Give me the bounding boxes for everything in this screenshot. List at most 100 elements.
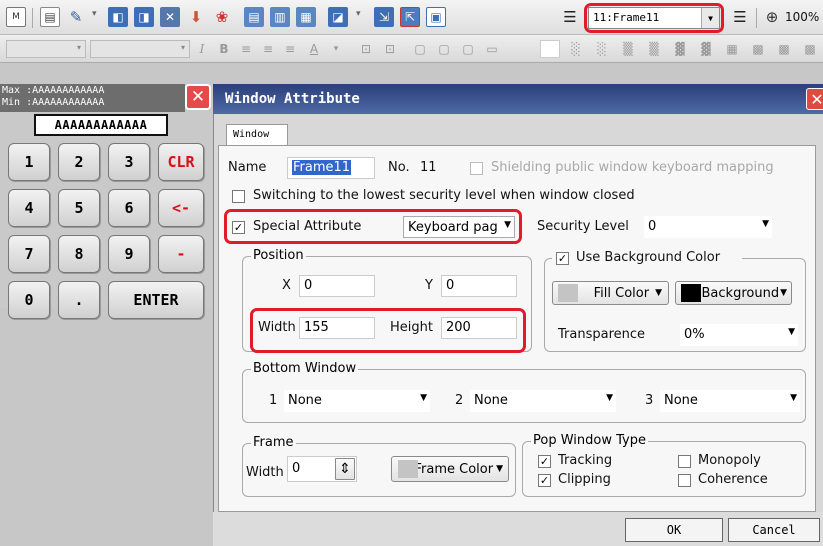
chart-icon[interactable]: ❀: [212, 7, 232, 27]
pattern-e-icon: ▓: [675, 42, 685, 56]
switching-label: Switching to the lowest security level w…: [253, 188, 635, 203]
keypad-limits: Max :AAAAAAAAAAAA Min :AAAAAAAAAAAA: [0, 84, 185, 112]
security-level-select[interactable]: 0 ▼: [644, 216, 772, 238]
shape-b-icon: ⊡: [384, 42, 396, 56]
size-highlight: [250, 308, 526, 353]
frame-group-label: Frame: [251, 435, 296, 450]
new-window-icon[interactable]: M: [6, 7, 26, 27]
zoom-icon[interactable]: ⊕: [762, 7, 782, 27]
chevron-down-icon: ▼: [780, 288, 787, 298]
transparence-value: 0%: [684, 327, 705, 342]
key-9[interactable]: 9: [108, 235, 150, 273]
pattern-c-icon: ▒: [623, 42, 633, 56]
chevron-down-icon: ▾: [76, 43, 81, 52]
pattern-h-icon: ▩: [752, 42, 764, 56]
keypad-close-icon[interactable]: ✕: [185, 84, 211, 110]
y-field[interactable]: 0: [441, 275, 517, 297]
frame-prev-icon[interactable]: ☰: [560, 7, 580, 27]
fill-color-label: Fill Color: [593, 285, 650, 301]
key-enter[interactable]: ENTER: [108, 281, 204, 319]
coherence-checkbox[interactable]: [678, 474, 691, 487]
bottom-window-1-label: 1: [269, 393, 278, 408]
key-clear[interactable]: CLR: [158, 143, 204, 181]
list-icon[interactable]: ▣: [426, 7, 446, 27]
key-6[interactable]: 6: [108, 189, 150, 227]
coherence-label: Coherence: [698, 472, 768, 487]
transparence-label: Transparence: [558, 327, 646, 342]
shape-a-icon: ⊡: [360, 42, 372, 56]
bottom-window-3-select[interactable]: None ▼: [660, 390, 800, 412]
fill-color-button[interactable]: Fill Color ▼: [552, 281, 669, 305]
tools-icon[interactable]: ✎: [66, 7, 86, 27]
chevron-down-icon: ▼: [790, 393, 797, 403]
key-4[interactable]: 4: [8, 189, 50, 227]
font-size-select: ▾: [90, 40, 190, 58]
chevron-down-icon: ▼: [655, 288, 662, 298]
shielding-checkbox: [470, 162, 483, 175]
graph-a-icon[interactable]: ▤: [244, 7, 264, 27]
frame-width-stepper[interactable]: ⇕: [335, 458, 355, 480]
key-minus[interactable]: -: [158, 235, 204, 273]
key-8[interactable]: 8: [58, 235, 100, 273]
dialog-close-icon[interactable]: ✕: [806, 88, 823, 110]
font-select: ▾: [6, 40, 86, 58]
key-7[interactable]: 7: [8, 235, 50, 273]
tab-window[interactable]: Window: [226, 124, 288, 146]
monopoly-checkbox[interactable]: [678, 455, 691, 468]
use-background-label: Use Background Color: [576, 250, 721, 265]
background-label: Background: [701, 285, 780, 301]
toolbar-separator: [756, 8, 757, 28]
position-group-label: Position: [251, 248, 306, 263]
tracking-label: Tracking: [558, 453, 613, 468]
open-icon[interactable]: ▤: [40, 7, 60, 27]
x-field[interactable]: 0: [299, 275, 375, 297]
x-label: X: [282, 278, 291, 293]
shape-c-icon: ▢: [414, 42, 426, 56]
window-layout-icon[interactable]: ◧: [108, 7, 128, 27]
ok-button[interactable]: OK: [625, 518, 723, 542]
frame-color-label: Frame Color: [414, 461, 494, 477]
bottom-window-1-value: None: [288, 393, 322, 408]
bottom-window-group-label: Bottom Window: [251, 361, 359, 376]
use-background-checkbox[interactable]: ✓: [556, 252, 569, 265]
monopoly-label: Monopoly: [698, 453, 761, 468]
no-value: 11: [420, 160, 437, 175]
zoom-level[interactable]: 100%: [785, 10, 819, 24]
pattern-j-icon: ▩: [804, 42, 816, 56]
cancel-button[interactable]: Cancel: [728, 518, 820, 542]
frame-next-icon[interactable]: ☰: [730, 7, 750, 27]
clipping-checkbox[interactable]: ✓: [538, 474, 551, 487]
key-3[interactable]: 3: [108, 143, 150, 181]
export-icon[interactable]: ⬇: [186, 7, 206, 27]
no-label: No.: [388, 160, 410, 175]
y-label: Y: [425, 278, 433, 293]
pattern-f-icon: ▓: [701, 42, 711, 56]
delete-window-icon[interactable]: ✕: [160, 7, 180, 27]
key-0[interactable]: 0: [8, 281, 50, 319]
name-field[interactable]: Frame11: [287, 157, 375, 179]
bottom-window-2-select[interactable]: None ▼: [470, 390, 616, 412]
align-left-icon: ≡: [240, 42, 252, 56]
key-1[interactable]: 1: [8, 143, 50, 181]
switching-checkbox[interactable]: [232, 190, 245, 203]
data-icon[interactable]: ◪: [328, 7, 348, 27]
shape-d-icon: ▢: [438, 42, 450, 56]
fill-color-swatch: [558, 284, 578, 302]
key-5[interactable]: 5: [58, 189, 100, 227]
graph-b-icon[interactable]: ▥: [270, 7, 290, 27]
key-dot[interactable]: .: [58, 281, 100, 319]
frame-color-button[interactable]: Frame Color ▼: [391, 456, 509, 482]
import-icon[interactable]: ⇲: [374, 7, 394, 27]
chevron-down-icon: ▼: [420, 393, 427, 403]
graph-c-icon[interactable]: ▦: [296, 7, 316, 27]
frame-width-label: Width: [246, 465, 284, 480]
bottom-window-1-select[interactable]: None ▼: [284, 390, 430, 412]
tracking-checkbox[interactable]: ✓: [538, 455, 551, 468]
key-backspace[interactable]: <-: [158, 189, 204, 227]
transparence-select[interactable]: 0% ▼: [680, 324, 798, 346]
keypad-display: AAAAAAAAAAAA: [34, 114, 168, 136]
copy-window-icon[interactable]: ◨: [134, 7, 154, 27]
key-2[interactable]: 2: [58, 143, 100, 181]
export-2-icon[interactable]: ⇱: [400, 7, 420, 27]
background-button[interactable]: Background ▼: [675, 281, 792, 305]
